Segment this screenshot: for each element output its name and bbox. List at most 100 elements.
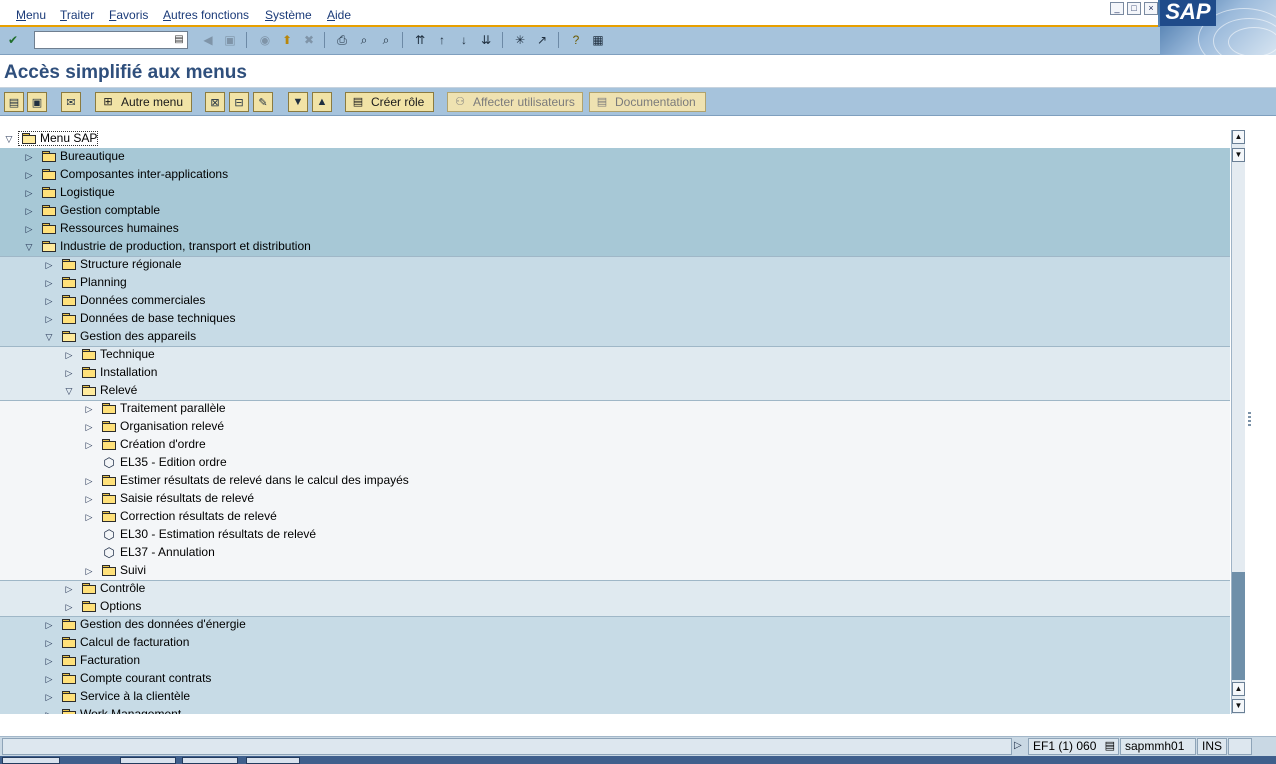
tree-node-label[interactable]: Composantes inter-applications <box>60 167 228 183</box>
tree-node-label[interactable]: Gestion comptable <box>60 203 160 219</box>
tree-node-label[interactable]: Options <box>100 599 141 615</box>
taskbar-button[interactable] <box>182 757 238 764</box>
tree-node-row[interactable]: ▷ Calcul de facturation <box>0 634 1230 652</box>
assign-users-button[interactable]: ⚇ Affecter utilisateurs <box>447 92 583 112</box>
tree-node-label[interactable]: Technique <box>100 347 155 363</box>
expand-triangle-icon[interactable]: ▷ <box>84 421 94 433</box>
layout-menu-icon[interactable]: ▦ <box>589 31 607 49</box>
tree-node-row[interactable]: ▷ Technique <box>0 346 1230 364</box>
expand-triangle-icon[interactable]: ▷ <box>44 295 54 307</box>
expand-triangle-icon[interactable]: ▷ <box>64 583 74 595</box>
menu-item-systeme[interactable]: Système <box>265 8 312 22</box>
menu-item-menu[interactable]: Menu <box>16 8 46 22</box>
tree-node-label[interactable]: Compte courant contrats <box>80 671 211 687</box>
taskbar-button[interactable] <box>120 757 176 764</box>
scroll-page-down-icon[interactable]: ▼ <box>1232 148 1245 162</box>
tree-node-label[interactable]: Traitement parallèle <box>120 401 226 417</box>
menu-item-favoris[interactable]: Favoris <box>109 8 148 22</box>
tree-node-row[interactable]: ▷ Création d'ordre <box>0 436 1230 454</box>
expand-triangle-icon[interactable]: ▷ <box>44 637 54 649</box>
new-session-icon[interactable]: ✳ <box>511 31 529 49</box>
tree-node-row[interactable]: ▷ Contrôle <box>0 580 1230 598</box>
taskbar-button[interactable] <box>246 757 300 764</box>
tree-node-label[interactable]: Logistique <box>60 185 115 201</box>
tree-node-label[interactable]: Installation <box>100 365 157 381</box>
exit-icon[interactable]: ⬆ <box>278 31 296 49</box>
collapse-triangle-icon[interactable]: ▽ <box>64 385 74 397</box>
command-field[interactable] <box>34 31 188 49</box>
collapse-triangle-icon[interactable]: ▽ <box>4 133 14 145</box>
expand-triangle-icon[interactable]: ▷ <box>44 619 54 631</box>
menu-item-aide[interactable]: Aide <box>327 8 351 22</box>
tree-node-label[interactable]: Structure régionale <box>80 257 181 273</box>
tree-node-row[interactable]: ▷ Estimer résultats de relevé dans le cal… <box>0 472 1230 490</box>
tree-node-label[interactable]: Industrie de production, transport et di… <box>60 239 311 255</box>
insert-favorite-icon[interactable]: ⊠ <box>205 92 225 112</box>
tree-node-label[interactable]: Création d'ordre <box>120 437 206 453</box>
tree-node-row[interactable]: ▷ Gestion comptable <box>0 202 1230 220</box>
expand-triangle-icon[interactable]: ▷ <box>44 655 54 667</box>
expand-triangle-icon[interactable]: ▷ <box>44 673 54 685</box>
expand-triangle-icon[interactable]: ▷ <box>24 223 34 235</box>
expand-triangle-icon[interactable]: ▷ <box>44 709 54 714</box>
expand-triangle-icon[interactable]: ▷ <box>84 565 94 577</box>
tree-node-label[interactable]: Service à la clientèle <box>80 689 190 705</box>
expand-triangle-icon[interactable]: ▷ <box>84 493 94 505</box>
first-page-icon[interactable]: ⇈ <box>411 31 429 49</box>
expand-triangle-icon[interactable]: ▷ <box>64 367 74 379</box>
expand-triangle-icon[interactable]: ▷ <box>84 475 94 487</box>
tree-node-row[interactable]: ▽ Industrie de production, transport et d… <box>0 238 1230 256</box>
tree-node-row[interactable]: ▷ Gestion des données d'énergie <box>0 616 1230 634</box>
save-icon[interactable]: ▣ <box>221 31 239 49</box>
tree-node-row[interactable]: ▷ Options <box>0 598 1230 616</box>
tree-node-label[interactable]: EL30 - Estimation résultats de relevé <box>120 527 316 543</box>
tree-node-label[interactable]: Correction résultats de relevé <box>120 509 277 525</box>
move-down-icon[interactable]: ▼ <box>288 92 308 112</box>
tree-node-row[interactable]: ▷ Saisie résultats de relevé <box>0 490 1230 508</box>
tree-node-label[interactable]: Calcul de facturation <box>80 635 189 651</box>
expand-triangle-icon[interactable]: ▷ <box>84 439 94 451</box>
other-menu-button[interactable]: ⊞ Autre menu <box>95 92 192 112</box>
move-up-icon[interactable]: ▲ <box>312 92 332 112</box>
tree-node-row[interactable]: ▽ Menu SAP <box>0 130 1230 148</box>
previous-page-icon[interactable]: ↑ <box>433 31 451 49</box>
expand-triangle-icon[interactable]: ▷ <box>24 205 34 217</box>
status-mode[interactable]: INS <box>1197 738 1227 755</box>
tree-node-label[interactable]: Données de base techniques <box>80 311 235 327</box>
tree-scrollbar[interactable]: ▲ ▼ ▲ ▼ <box>1231 130 1245 714</box>
tree-node-row[interactable]: ▽ Gestion des appareils <box>0 328 1230 346</box>
expand-triangle-icon[interactable]: ▷ <box>64 349 74 361</box>
expand-triangle-icon[interactable]: ▷ <box>64 601 74 613</box>
tree-node-row[interactable]: ▷ Structure régionale <box>0 256 1230 274</box>
delete-favorite-icon[interactable]: ▣ <box>27 92 47 112</box>
move-favorite-icon[interactable]: ⊟ <box>229 92 249 112</box>
last-page-icon[interactable]: ⇊ <box>477 31 495 49</box>
tree-node-label[interactable]: EL35 - Edition ordre <box>120 455 227 471</box>
create-role-button[interactable]: ▤ Créer rôle <box>345 92 434 112</box>
tree-transaction-row[interactable]: ⬡ EL35 - Edition ordre <box>0 454 1230 472</box>
tree-node-label[interactable]: Saisie résultats de relevé <box>120 491 254 507</box>
expand-triangle-icon[interactable]: ▷ <box>44 691 54 703</box>
expand-triangle-icon[interactable]: ▷ <box>24 151 34 163</box>
tree-node-label[interactable]: EL37 - Annulation <box>120 545 215 561</box>
find-icon[interactable]: ⌕ <box>355 31 373 49</box>
tree-node-label[interactable]: Données commerciales <box>80 293 205 309</box>
tree-node-row[interactable]: ▷ Suivi <box>0 562 1230 580</box>
tree-node-row[interactable]: ▷ Compte courant contrats <box>0 670 1230 688</box>
splitter-handle[interactable] <box>1248 412 1251 428</box>
next-page-icon[interactable]: ↓ <box>455 31 473 49</box>
print-icon[interactable]: ⎙ <box>333 31 351 49</box>
tree-node-row[interactable]: ▷ Données de base techniques <box>0 310 1230 328</box>
tree-transaction-row[interactable]: ⬡ EL37 - Annulation <box>0 544 1230 562</box>
menu-item-traiter[interactable]: Traiter <box>60 8 94 22</box>
tree-node-row[interactable]: ▷ Installation <box>0 364 1230 382</box>
status-expand-icon[interactable]: ▷ <box>1014 740 1022 751</box>
tree-node-row[interactable]: ▷ Facturation <box>0 652 1230 670</box>
expand-triangle-icon[interactable]: ▷ <box>84 403 94 415</box>
scrollbar-thumb[interactable] <box>1232 572 1245 680</box>
tree-node-row[interactable]: ▷ Work Management <box>0 706 1230 714</box>
tree-node-label[interactable]: Bureautique <box>60 149 125 165</box>
minimize-icon[interactable]: _ <box>1110 2 1124 15</box>
tree-node-row[interactable]: ▷ Ressources humaines <box>0 220 1230 238</box>
tree-node-row[interactable]: ▽ Relevé <box>0 382 1230 400</box>
